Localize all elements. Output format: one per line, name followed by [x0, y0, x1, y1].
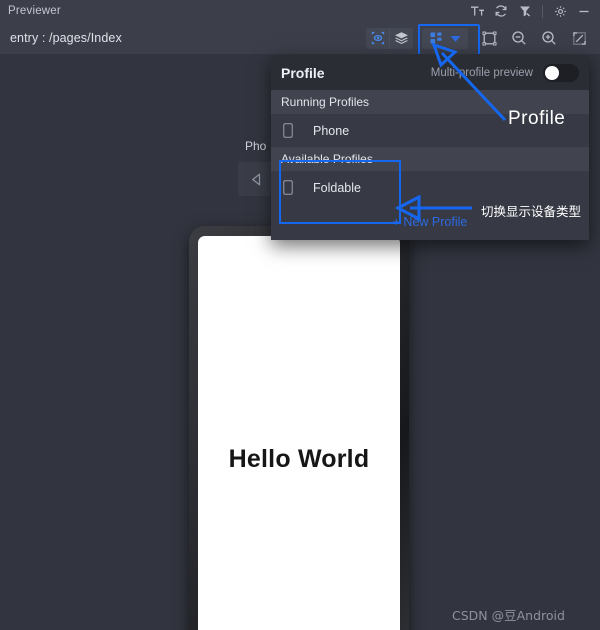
preview-toolbar: entry : /pages/Index: [0, 22, 600, 56]
multi-profile-button-wrapper: [418, 23, 480, 56]
toggle-knob: [545, 65, 559, 80]
settings-gear-icon[interactable]: [549, 1, 571, 21]
multi-profile-preview-label: Multi-profile preview: [430, 66, 533, 79]
entry-path-label: entry : /pages/Index: [10, 31, 122, 45]
text-size-icon[interactable]: [466, 1, 488, 21]
profile-item-label: Foldable: [313, 180, 361, 195]
annotation-label-device-type: 切换显示设备类型: [481, 204, 582, 219]
profile-item-label: Phone: [313, 123, 350, 138]
rotate-left-icon[interactable]: [238, 162, 274, 196]
stage-device-label: Pho: [245, 139, 267, 153]
device-screen: Hello World: [198, 236, 400, 630]
refresh-icon[interactable]: [490, 1, 512, 21]
annotation-label-profile: Profile: [508, 108, 566, 129]
frame-icon[interactable]: [474, 24, 504, 52]
window-title-bar: Previewer: [0, 0, 600, 23]
phone-device-icon: [283, 123, 305, 138]
watermark-text: CSDN @豆Android: [452, 608, 565, 623]
multi-profile-grid-icon[interactable]: [425, 28, 446, 49]
profile-panel-title: Profile: [281, 64, 325, 81]
section-header-available-profiles: Available Profiles: [271, 147, 589, 171]
new-profile-link[interactable]: + New Profile: [393, 215, 468, 229]
device-frame-phone: Hello World: [189, 226, 409, 630]
zoom-in-icon[interactable]: [534, 24, 564, 52]
screen-hello-text: Hello World: [228, 445, 370, 473]
foldable-device-icon: [283, 180, 305, 195]
previewer-window: Previewer entry: /pages/Index Pho Hello…: [0, 0, 600, 630]
toolbar-divider: [542, 4, 543, 18]
profile-item-foldable[interactable]: Foldable: [271, 171, 589, 204]
layers-icon[interactable]: [390, 28, 413, 49]
fit-to-screen-icon[interactable]: [564, 24, 594, 52]
inspector-icon[interactable]: [366, 28, 389, 49]
multi-profile-preview-toggle[interactable]: [543, 63, 579, 82]
filter-icon[interactable]: [514, 1, 536, 21]
minimize-icon[interactable]: [573, 1, 595, 21]
profile-panel-header: Profile Multi-profile preview: [271, 55, 589, 90]
window-control-icons: [466, 1, 600, 21]
zoom-out-icon[interactable]: [504, 24, 534, 52]
multi-profile-button[interactable]: [422, 27, 468, 49]
chevron-down-icon[interactable]: [446, 28, 465, 49]
inspector-layer-group: [366, 27, 413, 49]
window-title: Previewer: [8, 5, 61, 17]
